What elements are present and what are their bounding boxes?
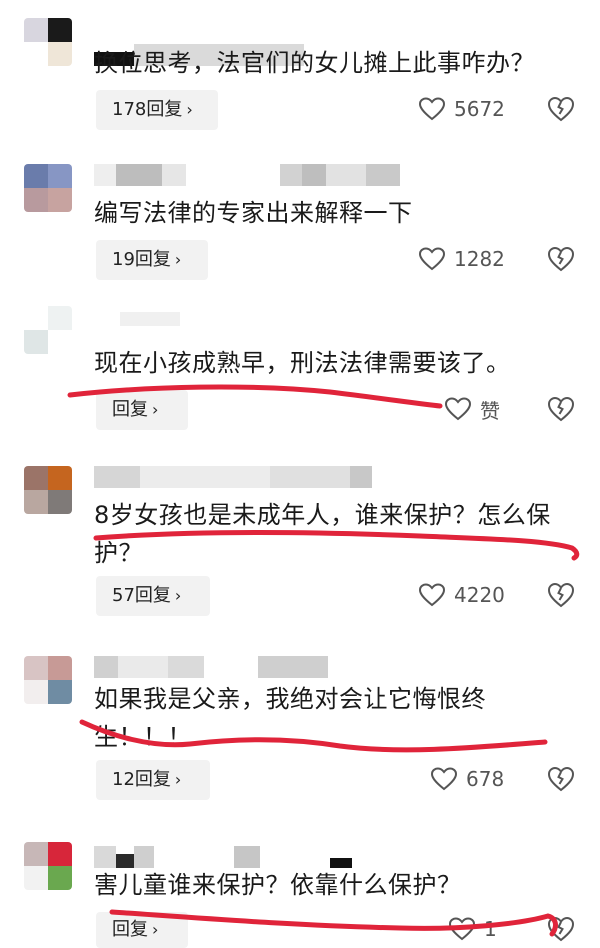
like-button[interactable]: 1	[448, 913, 497, 945]
reply-label: 12回复	[112, 769, 171, 790]
broken-heart-icon[interactable]	[546, 394, 576, 424]
like-count: 赞	[480, 398, 500, 423]
like-count: 4220	[454, 583, 505, 607]
broken-heart-icon[interactable]	[546, 764, 576, 794]
chevron-right-icon: ›	[174, 250, 182, 269]
broken-heart-icon[interactable]	[546, 244, 576, 274]
reply-label: 178回复	[112, 99, 183, 120]
comment-text: 编写法律的专家出来解释一下	[94, 199, 413, 227]
heart-icon	[418, 97, 446, 121]
heart-icon	[430, 767, 458, 791]
reply-button[interactable]: 19回复 ›	[96, 240, 208, 280]
comment-text: 如果我是父亲，我绝对会让它悔恨终生！！！	[94, 685, 486, 751]
like-button[interactable]: 678	[430, 763, 504, 795]
comment-text: 现在小孩成熟早，刑法法律需要该了。	[94, 349, 511, 377]
comment-text: 换位思考，法官们的女儿摊上此事咋办？	[94, 49, 535, 77]
reply-button[interactable]: 57回复 ›	[96, 576, 210, 616]
heart-icon	[448, 917, 476, 941]
avatar[interactable]	[24, 466, 72, 514]
broken-heart-icon[interactable]	[546, 580, 576, 610]
avatar[interactable]	[24, 164, 72, 212]
reply-label: 回复	[112, 919, 148, 940]
avatar[interactable]	[24, 656, 72, 704]
like-count: 1	[484, 917, 497, 941]
like-count: 678	[466, 767, 505, 791]
avatar[interactable]	[24, 842, 72, 890]
like-button[interactable]: 4220	[418, 579, 505, 611]
reply-button[interactable]: 回复 ›	[96, 912, 188, 948]
heart-icon	[444, 397, 472, 421]
comment-text: 8岁女孩也是未成年人，谁来保护？怎么保护？	[94, 501, 551, 567]
broken-heart-icon[interactable]	[546, 914, 576, 944]
broken-heart-icon[interactable]	[546, 94, 576, 124]
like-button[interactable]: 5672	[418, 93, 505, 125]
like-button[interactable]: 1282	[418, 243, 505, 275]
like-button[interactable]: 赞	[444, 393, 500, 425]
heart-icon	[418, 583, 446, 607]
avatar[interactable]	[24, 18, 72, 66]
chevron-right-icon: ›	[174, 770, 182, 789]
reply-button[interactable]: 12回复 ›	[96, 760, 210, 800]
heart-icon	[418, 247, 446, 271]
comment-text: 害儿童谁来保护？依靠什么保护？	[94, 871, 462, 899]
like-count: 5672	[454, 97, 505, 121]
reply-label: 回复	[112, 399, 148, 420]
like-count: 1282	[454, 247, 505, 271]
reply-label: 19回复	[112, 249, 171, 270]
reply-button[interactable]: 回复 ›	[96, 390, 188, 430]
chevron-right-icon: ›	[152, 920, 159, 939]
avatar[interactable]	[24, 306, 72, 354]
chevron-right-icon: ›	[152, 400, 159, 419]
chevron-right-icon: ›	[174, 586, 182, 605]
reply-button[interactable]: 178回复 ›	[96, 90, 218, 130]
reply-label: 57回复	[112, 585, 171, 606]
chevron-right-icon: ›	[186, 100, 193, 119]
